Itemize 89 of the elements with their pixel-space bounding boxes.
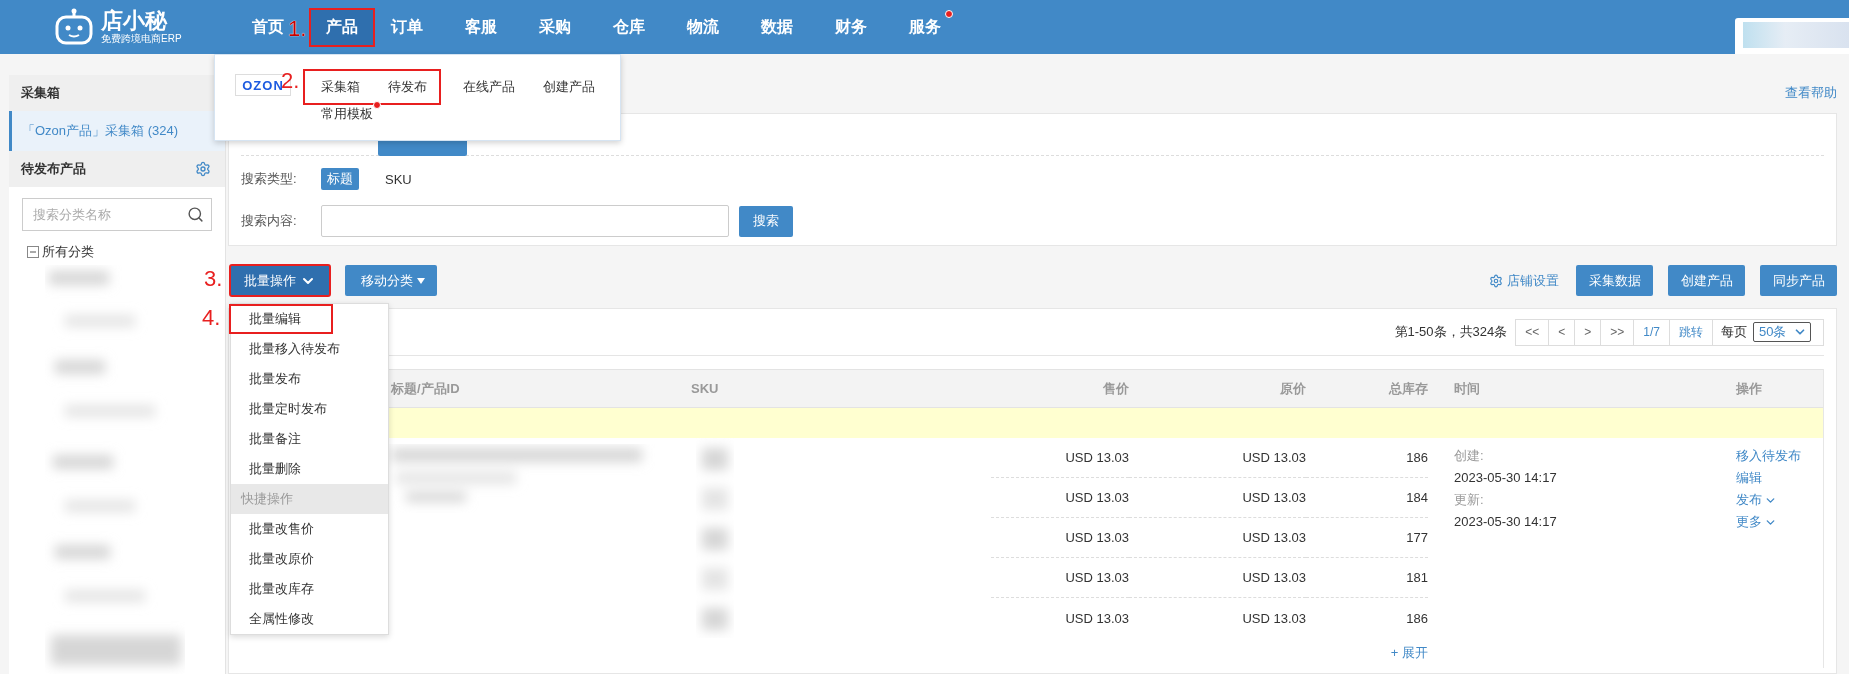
original-price-cell: USD 13.03: [1242, 450, 1306, 465]
menu-item[interactable]: 批量备注: [249, 426, 301, 452]
step-number: 3.: [204, 267, 223, 291]
nav-item[interactable]: 采购: [537, 7, 574, 47]
search-type-option[interactable]: 标题: [321, 168, 359, 190]
menu-item[interactable]: 批量编辑: [231, 306, 331, 332]
nav-item[interactable]: 服务: [907, 7, 944, 47]
price-cell: USD 13.03: [1065, 490, 1129, 505]
caret-icon: [417, 277, 425, 284]
price-cell: USD 13.03: [1065, 570, 1129, 585]
menu-item[interactable]: 全属性修改: [249, 606, 314, 632]
original-price-cell: USD 13.03: [1242, 570, 1306, 585]
nav-item[interactable]: 首页: [250, 7, 286, 47]
robot-logo-icon: [53, 8, 95, 46]
help-link[interactable]: 查看帮助: [1785, 84, 1837, 102]
menu-item[interactable]: 待发布: [372, 78, 439, 96]
column-header: 总库存: [1389, 380, 1428, 396]
menu-item[interactable]: 常用模板: [305, 105, 385, 123]
action-link[interactable]: 发布: [1736, 489, 1777, 511]
sidebar-item[interactable]: 「Ozon产品」采集箱 (324): [9, 111, 225, 151]
nav-item[interactable]: 产品: [309, 7, 376, 47]
step-number: 2.: [281, 69, 300, 93]
field-label: 搜索内容:: [241, 212, 298, 230]
per-page-select[interactable]: 50条: [1753, 322, 1811, 342]
field-label: 搜索类型:: [241, 170, 298, 188]
nav-item[interactable]: 财务: [833, 7, 870, 47]
menu-item[interactable]: 批量定时发布: [249, 396, 327, 422]
menu-item[interactable]: 在线产品: [447, 78, 527, 96]
menu-item[interactable]: 批量改售价: [249, 516, 314, 542]
price-cell: USD 13.03: [1065, 610, 1129, 626]
action-link[interactable]: 更多: [1736, 511, 1777, 533]
action-link[interactable]: 移入待发布: [1736, 445, 1801, 467]
time-label: 更新:: [1454, 491, 1485, 509]
menu-item[interactable]: 批量移入待发布: [249, 336, 340, 362]
time-value: 2023-05-30 14:17: [1454, 513, 1558, 531]
menu-item[interactable]: 批量改原价: [249, 546, 314, 572]
time-value: 2023-05-30 14:17: [1454, 469, 1558, 487]
move-category-button[interactable]: 移动分类: [345, 265, 437, 296]
search-button[interactable]: 搜索: [739, 205, 793, 237]
stock-cell: 177: [1406, 530, 1428, 545]
action-button[interactable]: 采集数据: [1576, 265, 1653, 296]
section-title: 待发布产品: [21, 160, 86, 178]
store-settings-link[interactable]: 店铺设置: [1489, 271, 1559, 290]
stock-cell: 184: [1406, 490, 1428, 505]
logo-name: 店小秘: [101, 9, 169, 33]
column-header: 原价: [1280, 380, 1306, 396]
category-search-field[interactable]: 搜索分类名称: [22, 198, 212, 231]
settings-icon[interactable]: [195, 161, 211, 177]
column-header: 时间: [1454, 380, 1480, 396]
original-price-cell: USD 13.03: [1242, 490, 1306, 505]
per-page-label: 每页: [1721, 323, 1747, 341]
price-cell: USD 13.03: [1065, 530, 1129, 545]
column-header: 操作: [1736, 380, 1762, 396]
column-header: SKU: [691, 381, 719, 396]
stock-cell: 186: [1406, 610, 1428, 626]
batch-actions-button[interactable]: 批量操作: [230, 265, 330, 296]
menu-group-header: 快捷操作: [231, 484, 388, 514]
settings-icon: [1489, 273, 1503, 288]
action-link[interactable]: 编辑: [1736, 467, 1762, 489]
stock-cell: 186: [1406, 450, 1428, 465]
menu-item[interactable]: 批量改库存: [249, 576, 314, 602]
menu-item[interactable]: 批量删除: [249, 456, 301, 482]
price-cell: USD 13.03: [1065, 450, 1129, 465]
column-header: 标题/产品ID: [391, 380, 460, 396]
original-price-cell: USD 13.03: [1242, 610, 1306, 626]
nav-item[interactable]: 订单: [389, 7, 426, 47]
action-button[interactable]: 创建产品: [1668, 265, 1745, 296]
tree-item[interactable]: 所有分类: [42, 243, 94, 261]
logo-tagline: 免费跨境电商ERP: [101, 33, 182, 45]
time-label: 创建:: [1454, 447, 1485, 465]
pagination-summary: 第1-50条，共324条: [1394, 323, 1508, 341]
step-number: 4.: [202, 306, 221, 330]
search-content-field[interactable]: [321, 205, 729, 237]
menu-item[interactable]: 批量发布: [249, 366, 301, 392]
nav-item[interactable]: 物流: [685, 7, 722, 47]
column-header: 售价: [1103, 380, 1129, 396]
nav-item[interactable]: 仓库: [611, 7, 648, 47]
search-type-option[interactable]: SKU: [379, 169, 418, 189]
search-icon[interactable]: [187, 206, 204, 223]
collapse-icon[interactable]: [27, 246, 39, 258]
expand-link[interactable]: + 展开: [1390, 644, 1428, 662]
original-price-cell: USD 13.03: [1242, 530, 1306, 545]
action-button[interactable]: 同步产品: [1760, 265, 1837, 296]
step-number: 1.: [288, 15, 307, 41]
nav-item[interactable]: 客服: [463, 7, 500, 47]
menu-item[interactable]: 采集箱: [305, 78, 372, 96]
nav-item[interactable]: 数据: [759, 7, 796, 47]
stock-cell: 181: [1406, 570, 1428, 585]
menu-item[interactable]: 创建产品: [527, 78, 607, 96]
